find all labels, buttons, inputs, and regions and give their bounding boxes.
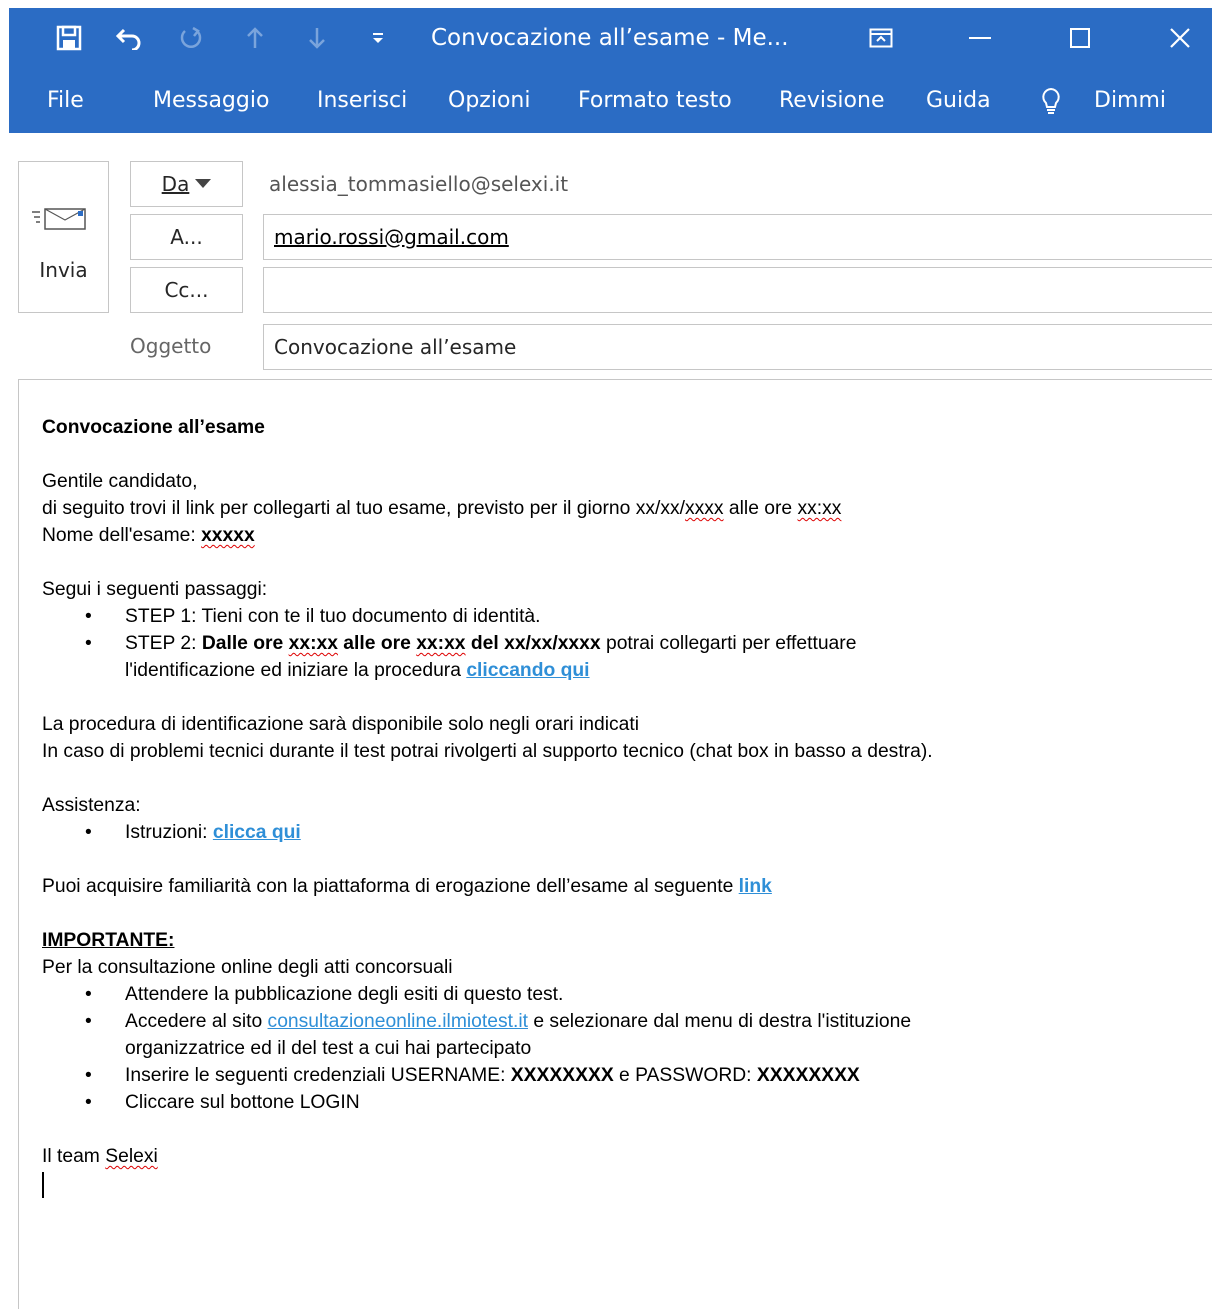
step2-link[interactable]: cliccando qui (466, 660, 589, 681)
username-value: XXXXXXXX (510, 1065, 614, 1086)
from-address: alessia_tommasiello@selexi.it (269, 172, 569, 196)
list-item: Istruzioni: clicca qui (85, 819, 1207, 846)
to-button[interactable]: A... (130, 214, 243, 260)
site-text-c: organizzatrice ed il del test a cui hai … (125, 1038, 532, 1059)
title-bar: Convocazione all’esame - Me... (9, 8, 1212, 68)
down-arrow-icon[interactable] (299, 8, 335, 68)
steps-list: STEP 1: Tieni con te il tuo documento di… (42, 603, 1207, 684)
step2-text-e: potrai collegarti per effettuare (600, 633, 857, 654)
assistance-list: Istruzioni: clicca qui (42, 819, 1207, 846)
to-label: A... (170, 225, 203, 249)
procedure-note: La procedura di identificazione sarà dis… (42, 714, 640, 735)
assistance-label: Assistenza: (42, 795, 141, 816)
customize-qat-icon[interactable] (363, 8, 393, 68)
send-icon (32, 206, 96, 232)
intro-time: xx:xx (797, 498, 842, 519)
familiarity-line: Puoi acquisire familiarità con la piatta… (42, 873, 1207, 900)
redo-icon[interactable] (171, 8, 211, 68)
send-label: Invia (39, 258, 88, 282)
maximize-icon[interactable] (1055, 8, 1105, 68)
exam-name-line: Nome dell'esame: xxxxx (42, 522, 1207, 549)
step2-prefix: STEP 2: (125, 633, 202, 654)
tab-file[interactable]: File (47, 68, 84, 133)
support-note: In caso di problemi tecnici durante il t… (42, 741, 933, 762)
send-button[interactable]: Invia (18, 161, 109, 313)
body-heading: Convocazione all’esame (42, 417, 265, 438)
tab-dimmi[interactable]: Dimmi (1094, 68, 1166, 133)
instructions-link[interactable]: clicca qui (213, 822, 301, 843)
step2-time2: xx:xx (416, 633, 466, 654)
from-button[interactable]: Da (130, 161, 243, 207)
password-value: XXXXXXXX (756, 1065, 860, 1086)
cred-text-a: Inserire le seguenti credenziali USERNAM… (125, 1065, 511, 1086)
ribbon-tabs: File Messaggio Inserisci Opzioni Formato… (9, 68, 1212, 133)
window-title: Convocazione all’esame - Me... (431, 25, 789, 51)
list-item: Accedere al sito consultazioneonline.ilm… (85, 1008, 1207, 1062)
undo-icon[interactable] (109, 8, 149, 68)
subject-label: Oggetto (130, 324, 230, 370)
greeting: Gentile candidato, (42, 471, 198, 492)
steps-intro: Segui i seguenti passaggi: (42, 579, 268, 600)
intro-text: di seguito trovi il link per collegarti … (42, 498, 685, 519)
important-heading: IMPORTANTE: (42, 930, 175, 951)
from-label: Da (161, 172, 190, 196)
close-icon[interactable] (1155, 8, 1205, 68)
tab-opzioni[interactable]: Opzioni (448, 68, 530, 133)
tab-messaggio[interactable]: Messaggio (153, 68, 269, 133)
ribbon-display-icon[interactable] (861, 8, 901, 68)
list-item: STEP 2: Dalle ore xx:xx alle ore xx:xx d… (85, 630, 1207, 684)
consult-intro: Per la consultazione online degli atti c… (42, 957, 453, 978)
step2-time1: xx:xx (288, 633, 338, 654)
up-arrow-icon[interactable] (237, 8, 273, 68)
cc-label: Cc... (164, 278, 209, 302)
familiarity-text: Puoi acquisire familiarità con la piatta… (42, 876, 739, 897)
tab-guida[interactable]: Guida (926, 68, 991, 133)
site-link[interactable]: consultazioneonline.ilmiotest.it (268, 1011, 528, 1032)
consult-list: Attendere la pubblicazione degli esiti d… (42, 981, 1207, 1116)
tab-formato-testo[interactable]: Formato testo (578, 68, 732, 133)
tab-revisione[interactable]: Revisione (779, 68, 884, 133)
cred-text-b: e PASSWORD: (613, 1065, 757, 1086)
list-item: Cliccare sul bottone LOGIN (85, 1089, 1207, 1116)
step2-bold-a: Dalle ore (201, 633, 289, 654)
recipient-to[interactable]: mario.rossi@gmail.com (274, 225, 509, 249)
platform-link[interactable]: link (739, 876, 772, 897)
instructions-label: Istruzioni: (125, 822, 213, 843)
subject-label-text: Oggetto (130, 334, 212, 358)
cc-field[interactable] (263, 267, 1212, 313)
exam-name-label: Nome dell'esame: (42, 525, 202, 546)
text-cursor (42, 1172, 44, 1198)
signature: Il team Selexi (42, 1143, 1207, 1170)
site-text-b: e selezionare dal menu di destra l'istit… (528, 1011, 912, 1032)
chevron-down-icon (195, 179, 212, 189)
list-item: Inserire le seguenti credenziali USERNAM… (85, 1062, 1207, 1089)
message-content[interactable]: Convocazione all’esame Gentile candidato… (42, 414, 1207, 1198)
list-item: STEP 1: Tieni con te il tuo documento di… (85, 603, 1207, 630)
step2-bold-c: alle ore (337, 633, 417, 654)
signature-text: Il team (42, 1146, 106, 1167)
list-item: Attendere la pubblicazione degli esiti d… (85, 981, 1207, 1008)
site-text-a: Accedere al sito (125, 1011, 268, 1032)
step2-date: del xx/xx/xxxx (465, 633, 601, 654)
to-field[interactable]: mario.rossi@gmail.com (263, 214, 1212, 260)
lightbulb-icon[interactable] (1040, 68, 1068, 133)
exam-name-value: xxxxx (201, 525, 255, 546)
intro-line: di seguito trovi il link per collegarti … (42, 495, 1207, 522)
intro-text-2: alle ore (723, 498, 798, 519)
minimize-icon[interactable] (955, 8, 1005, 68)
save-icon[interactable] (49, 8, 89, 68)
signature-team: Selexi (105, 1146, 158, 1167)
step2-text-f: l'identificazione ed iniziare la procedu… (125, 660, 467, 681)
subject-field[interactable]: Convocazione all’esame (263, 324, 1212, 370)
tab-inserisci[interactable]: Inserisci (317, 68, 407, 133)
intro-date-year: xxxx (685, 498, 724, 519)
cc-button[interactable]: Cc... (130, 267, 243, 313)
